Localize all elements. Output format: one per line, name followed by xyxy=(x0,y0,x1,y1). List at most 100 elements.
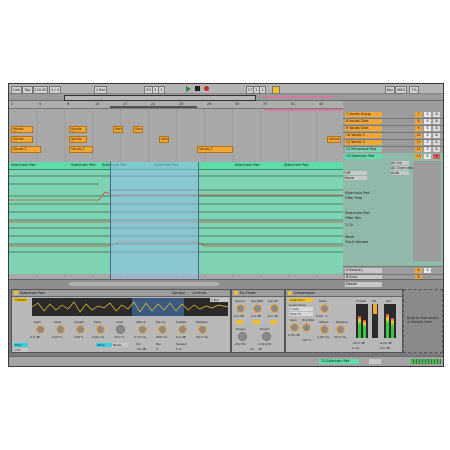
audio-clip[interactable]: Vocals Slice xyxy=(11,126,33,133)
attack-value[interactable]: 2.00 ms xyxy=(317,335,329,339)
decay-value[interactable]: 600 ms xyxy=(156,335,167,339)
attack-knob[interactable] xyxy=(138,325,147,334)
audio-clip[interactable]: Vocals xyxy=(133,126,143,133)
tap-tempo-button[interactable]: Tap xyxy=(22,85,33,94)
track-name[interactable]: 7 Vocals Group xyxy=(345,112,382,117)
arm-button[interactable]: A xyxy=(433,119,440,124)
arrangement-overview[interactable] xyxy=(9,94,443,101)
gain-knob[interactable] xyxy=(36,325,45,334)
fade-value[interactable]: 0.00 ms xyxy=(92,335,104,339)
attack-value[interactable]: 0.10 ms xyxy=(134,335,146,339)
sustain-knob[interactable] xyxy=(178,325,187,334)
device-drop-zone[interactable]: Drop an Instrument or Sample Here xyxy=(403,289,443,353)
audio-clip[interactable]: Vocals 2 xyxy=(197,146,233,153)
device-title[interactable]: Eq Three xyxy=(232,290,284,297)
sc-gain-knob[interactable] xyxy=(290,323,299,332)
tab-controls[interactable]: Controls xyxy=(192,291,206,295)
sidechain-source-menu[interactable]: 1 Kick xyxy=(289,307,313,311)
vol-value[interactable]: -12 dB xyxy=(136,347,146,351)
loop-start-sixteenth[interactable]: 1 xyxy=(259,85,266,94)
gain-value[interactable]: 0.0 dB xyxy=(30,335,40,339)
sc-mix-value[interactable]: 100 % xyxy=(302,338,312,342)
device-on-icon[interactable] xyxy=(288,291,292,295)
sidechain-pad-track[interactable]: Sidechain Pad Sidechain Pad Sidechain Pa… xyxy=(9,162,343,324)
eq-gain-mid-knob[interactable] xyxy=(253,304,262,313)
arm-button[interactable]: A xyxy=(433,154,440,159)
tempo-field[interactable]: 120.00 xyxy=(33,85,48,94)
lane-param[interactable]: Filter Freq xyxy=(345,196,362,200)
eq-gain-hi-value[interactable]: 0.0 dB xyxy=(268,314,278,318)
track-activator[interactable]: 7 xyxy=(415,112,422,117)
sustain-value[interactable]: 0.0 dB xyxy=(176,335,186,339)
lfo-toggle[interactable]: LFO xyxy=(14,348,28,352)
eq-gain-lo-value[interactable]: 0.0 dB xyxy=(234,314,244,318)
solo-button[interactable]: S xyxy=(424,140,431,145)
release-knob[interactable] xyxy=(336,325,345,334)
release-value[interactable]: 50.0 ms xyxy=(334,335,346,339)
track-name[interactable]: 12 Microwave Pad xyxy=(345,147,382,152)
arrangement-view[interactable]: Vocals Slice Vocals Slice Vocals Slice V… xyxy=(9,109,343,324)
knee-value[interactable]: 6.0 dB xyxy=(380,346,390,350)
time-signature[interactable]: 4 / 4 xyxy=(49,85,61,94)
eq-lo-on-button[interactable] xyxy=(236,320,243,324)
filter-toggle[interactable]: Filter xyxy=(14,343,28,347)
eq-mid-on-button[interactable] xyxy=(253,320,260,324)
audio-clip[interactable]: Vocals Slice xyxy=(69,126,87,133)
waveform-display[interactable] xyxy=(32,298,228,316)
track-name[interactable]: 10 Vocals 2 xyxy=(345,133,382,138)
monitor-mode[interactable]: Auto xyxy=(391,171,409,175)
eq-slope-24[interactable]: 24 xyxy=(250,347,254,351)
solo-button[interactable]: S xyxy=(424,119,431,124)
key-map-button[interactable]: Key xyxy=(385,85,395,94)
warp-mode-menu[interactable]: Beats xyxy=(112,343,128,347)
thresh-value[interactable]: -22.2 dB xyxy=(352,341,365,345)
eq-gain-mid-value[interactable]: 0.0 dB xyxy=(251,314,261,318)
audio-clip[interactable]: Vocals xyxy=(113,126,123,133)
attack-knob[interactable] xyxy=(320,325,329,334)
track-activator[interactable]: 8 xyxy=(415,119,422,124)
length-knob[interactable] xyxy=(76,325,85,334)
stop-icon[interactable] xyxy=(195,86,200,91)
track-activator[interactable]: 12 xyxy=(415,147,422,152)
eq-freq-lo-knob[interactable] xyxy=(238,332,247,341)
eq-gain-hi-knob[interactable] xyxy=(270,304,279,313)
pan-value[interactable]: C xyxy=(156,347,158,351)
solo-button[interactable]: S xyxy=(424,147,431,152)
audio-clip[interactable]: Vocals Slice xyxy=(11,136,33,143)
eq-slope-48[interactable]: 48 xyxy=(258,347,262,351)
automation-device-menu[interactable]: Off xyxy=(345,171,367,175)
eq-three-device[interactable]: Eq Three GainLo GainMid GainHi 0.0 dB 0.… xyxy=(231,289,285,353)
warp-toggle[interactable]: Warp xyxy=(96,343,112,347)
threshold-meter[interactable] xyxy=(356,304,368,338)
track-name[interactable]: 13 Sidechain Pad xyxy=(345,154,382,159)
play-icon[interactable] xyxy=(186,85,191,92)
arm-button[interactable]: A xyxy=(433,126,440,131)
arm-button[interactable]: A xyxy=(433,112,440,117)
simpler-device[interactable]: Sidechain Pad Sample Controls Classic Ga… xyxy=(11,289,231,353)
sidechain-toggle[interactable]: Sidechain xyxy=(289,298,313,302)
quantize-menu[interactable]: 1 Bar xyxy=(94,85,107,94)
decay-knob[interactable] xyxy=(158,325,167,334)
eq-hi-on-button[interactable] xyxy=(270,320,277,324)
release-knob[interactable] xyxy=(198,325,207,334)
input-channel-menu[interactable]: All Channels xyxy=(391,166,413,170)
length-value[interactable]: 100 % xyxy=(74,335,84,339)
loop-knob[interactable] xyxy=(116,325,125,334)
track-name[interactable]: A Reverb | Compressor xyxy=(345,268,382,273)
ratio-knob[interactable] xyxy=(320,304,329,313)
device-title[interactable]: Compressor xyxy=(286,290,402,297)
track-activator[interactable]: A xyxy=(415,268,422,273)
sidechain-tap-menu[interactable]: Post FX xyxy=(289,312,313,316)
solo-button[interactable]: S xyxy=(424,154,431,159)
lane-param[interactable]: Filter Res xyxy=(345,216,361,220)
sc-gain-value[interactable]: 0.00 dB xyxy=(288,333,300,337)
loop-value[interactable]: 79.4 % xyxy=(114,335,124,339)
audio-clip[interactable]: Vocals xyxy=(327,136,341,143)
track-activator[interactable]: 9 xyxy=(415,126,422,131)
link-button[interactable]: Link xyxy=(11,85,22,94)
solo-button[interactable]: S xyxy=(424,126,431,131)
position-sixteenth[interactable]: 1 xyxy=(158,85,165,94)
out-value[interactable]: 0.00 dB xyxy=(380,341,392,345)
track-header-expanded[interactable]: 13 Sidechain Pad 13 S A All Ins All Chan… xyxy=(343,153,443,267)
compressor-device[interactable]: Compressor Sidechain Audio From 1 Kick P… xyxy=(285,289,403,353)
